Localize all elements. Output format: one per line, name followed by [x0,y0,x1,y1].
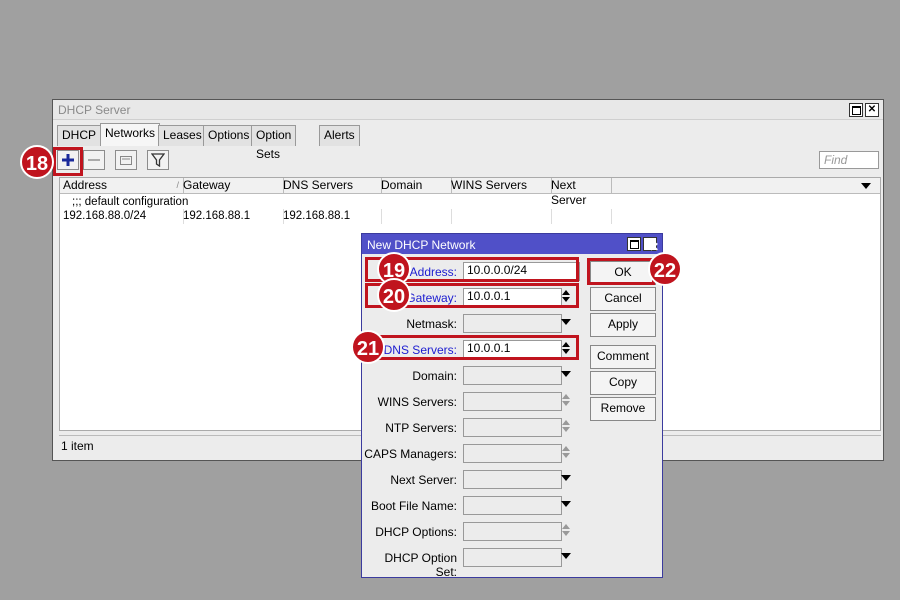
table-row[interactable]: 192.168.88.0/24 192.168.88.1 192.168.88.… [60,209,880,224]
tab-label: Leases [163,128,202,142]
filter-icon [151,153,165,167]
window-titlebar[interactable]: DHCP Server ✕ [53,100,883,120]
step-badge-20: 20 [377,278,411,312]
remove-button[interactable]: Remove [590,397,656,421]
cell-wins [448,209,552,224]
ntp-servers-input[interactable] [463,418,562,437]
column-label: WINS Servers [451,178,528,192]
tab-dhcp[interactable]: DHCP [57,125,102,146]
tab-label: Alerts [324,128,355,142]
comment-toolbar-button[interactable] [115,150,137,170]
step-badge-21: 21 [351,330,385,364]
next-server-dropdown-icon[interactable] [560,470,572,488]
boot-file-name-dropdown-icon[interactable] [560,496,572,514]
maximize-icon [629,239,639,249]
ntp-servers-spinner-icon[interactable] [560,417,572,435]
dhcp-options-input[interactable] [463,522,562,541]
sort-icon: / [176,180,179,190]
caps-managers-label: CAPS Managers: [364,447,457,461]
cell-domain [378,209,452,224]
caps-managers-spinner-icon[interactable] [560,443,572,461]
column-header-wins-servers[interactable]: WINS Servers [448,178,552,194]
tab-label: Networks [105,126,156,140]
window-title: DHCP Server [58,103,131,117]
ntp-servers-label: NTP Servers: [385,421,457,435]
columns-dropdown-icon[interactable] [860,180,872,194]
find-input[interactable]: Find [819,151,879,169]
comment-icon [120,156,132,165]
next-server-input[interactable] [463,470,562,489]
column-label: Gateway [183,178,231,192]
netmask-label: Netmask: [406,317,457,331]
dialog-close-button[interactable]: ✕ [643,237,660,254]
comment-text: ;;; default configuration [72,196,189,208]
tab-option-sets[interactable]: Option Sets [251,125,297,161]
dhcp-option-set-dropdown-icon[interactable] [560,548,572,566]
tab-networks[interactable]: Networks [100,123,161,146]
column-header-next-server[interactable]: Next Server [548,178,612,207]
step-badge-18: 18 [20,145,54,179]
dhcp-options-label: DHCP Options: [375,525,457,539]
cell-next-server [548,209,612,224]
column-header-dns-servers[interactable]: DNS Servers [280,178,382,194]
column-label: Address [63,178,108,192]
domain-input[interactable] [463,366,562,385]
tab-options[interactable]: Options [203,125,255,146]
close-button[interactable]: ✕ [865,103,879,117]
highlight-ok-button [587,258,655,285]
boot-file-name-label: Boot File Name: [370,499,457,513]
column-label: DNS Servers [283,178,354,192]
filter-button[interactable] [147,150,169,170]
maximize-icon [851,105,861,115]
tab-label: DHCP [62,128,97,142]
wins-servers-spinner-icon[interactable] [560,391,572,409]
dialog-title: New DHCP Network [367,238,476,252]
close-icon: ✕ [867,104,877,115]
table-header: Address / Gateway DNS Servers Domain WINS… [60,178,880,207]
close-icon: ✕ [649,240,660,254]
comment-button[interactable]: Comment [590,345,656,369]
cell-address: 192.168.88.0/24 [60,209,184,224]
column-label: Domain [381,178,423,192]
domain-dropdown-icon[interactable] [560,366,572,384]
remove-toolbar-button[interactable] [83,150,105,170]
cancel-button[interactable]: Cancel [590,287,656,311]
domain-label: Domain: [412,369,457,383]
comment-row: ;;; default configuration [60,195,880,210]
column-header-address[interactable]: Address / [60,178,184,194]
column-header-domain[interactable]: Domain [378,178,452,194]
step-badge-22: 22 [648,252,682,286]
maximize-button[interactable] [849,103,863,117]
tab-label: Options [208,128,250,142]
cell-dns: 192.168.88.1 [280,209,382,224]
boot-file-name-input[interactable] [463,496,562,515]
minus-icon [88,159,100,161]
netmask-input[interactable] [463,314,562,333]
dhcp-option-set-label: DHCP Option Set: [384,551,457,579]
next-server-label: Next Server: [390,473,457,487]
dialog-maximize-button[interactable] [627,237,641,251]
tab-leases[interactable]: Leases [158,125,207,146]
caps-managers-input[interactable] [463,444,562,463]
wins-servers-label: WINS Servers: [377,395,457,409]
wins-servers-input[interactable] [463,392,562,411]
dhcp-options-spinner-icon[interactable] [560,521,572,539]
apply-button[interactable]: Apply [590,313,656,337]
cell-gateway: 192.168.88.1 [180,209,284,224]
tab-alerts[interactable]: Alerts [319,125,360,146]
netmask-dropdown-icon[interactable] [560,314,572,332]
dhcp-option-set-input[interactable] [463,548,562,567]
copy-button[interactable]: Copy [590,371,656,395]
highlight-dns-servers-field [365,335,579,360]
tab-label: Option Sets [256,128,292,161]
dialog-titlebar[interactable]: New DHCP Network ✕ [362,234,662,254]
highlight-add-button [53,147,83,176]
column-header-gateway[interactable]: Gateway [180,178,284,194]
